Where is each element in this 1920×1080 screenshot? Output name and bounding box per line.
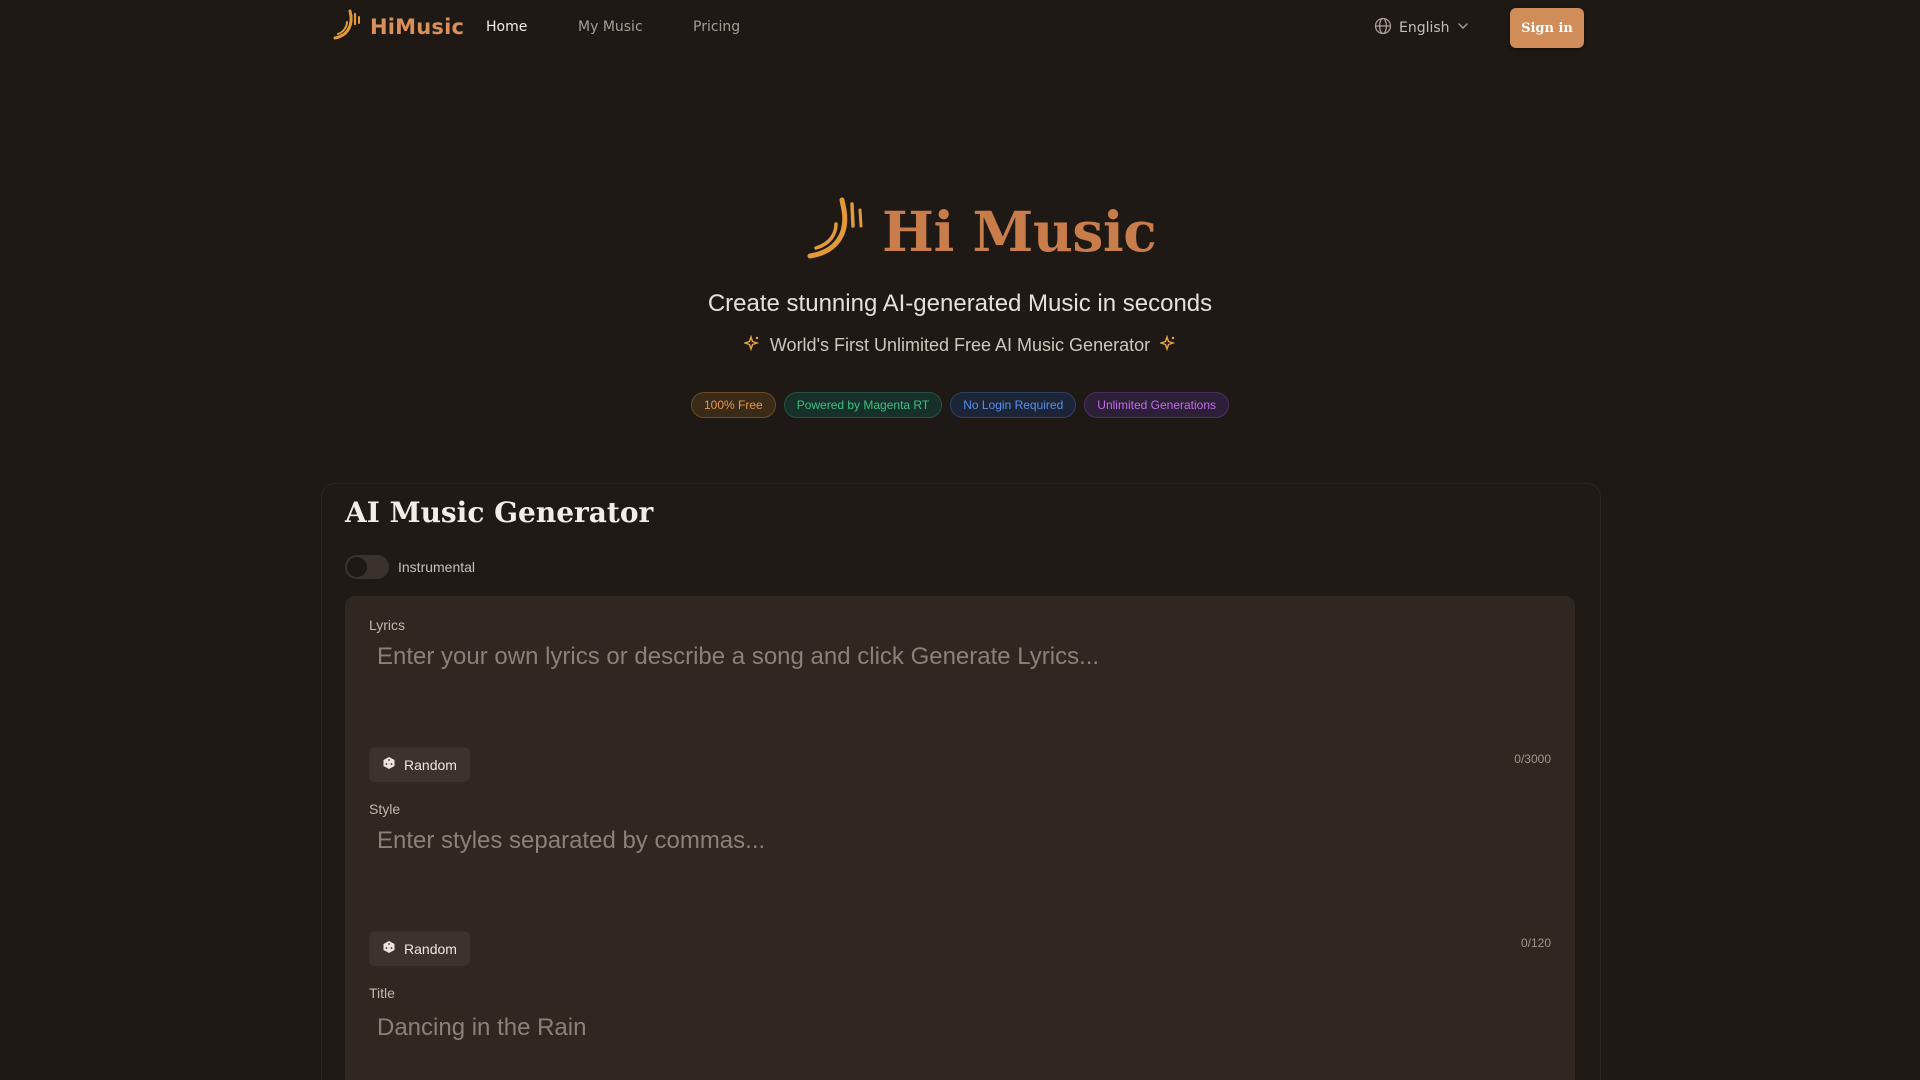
- sign-in-button[interactable]: Sign in: [1510, 8, 1584, 48]
- hero-subtitle: Create stunning AI-generated Music in se…: [707, 290, 1213, 317]
- nav-link-home[interactable]: Home: [486, 19, 527, 35]
- hero-tagline: World's First Unlimited Free AI Music Ge…: [0, 334, 1920, 356]
- globe-icon: [1374, 17, 1392, 39]
- brand-name: HiMusic: [370, 15, 465, 39]
- lyrics-input[interactable]: [369, 643, 1551, 733]
- himusic-logo-icon: [806, 196, 868, 267]
- badge-no-login: No Login Required: [950, 392, 1077, 418]
- nav-link-pricing[interactable]: Pricing: [693, 19, 740, 35]
- lyrics-label: Lyrics: [369, 617, 406, 633]
- instrumental-toggle[interactable]: [345, 555, 389, 579]
- sparkle-icon: [1158, 334, 1176, 356]
- himusic-logo-icon: [332, 8, 362, 47]
- style-char-counter: 0/120: [1520, 936, 1551, 950]
- language-label: English: [1399, 20, 1450, 36]
- style-input[interactable]: [369, 827, 1551, 917]
- generator-title: AI Music Generator: [345, 496, 654, 529]
- title-label: Title: [369, 985, 395, 1001]
- sparkle-icon: [742, 334, 760, 356]
- badge-unlimited: Unlimited Generations: [1084, 392, 1230, 418]
- lyrics-random-label: Random: [404, 756, 457, 773]
- style-random-button[interactable]: Random: [369, 931, 470, 966]
- tagline-text: World's First Unlimited Free AI Music Ge…: [769, 335, 1151, 355]
- brand-logo[interactable]: HiMusic: [332, 8, 464, 46]
- style-label: Style: [369, 801, 401, 817]
- feature-badges: 100% Free Powered by Magenta RT No Login…: [0, 392, 1920, 418]
- hero-title: Hi Music: [806, 196, 1157, 267]
- dice-icon: [382, 940, 396, 957]
- instrumental-row: Instrumental: [345, 555, 475, 579]
- style-random-label: Random: [404, 940, 457, 957]
- instrumental-label: Instrumental: [398, 559, 476, 575]
- hero-heading: Hi Music: [882, 199, 1157, 264]
- language-selector[interactable]: English: [1374, 17, 1469, 39]
- top-nav: HiMusic Home My Music Pricing English Si…: [0, 0, 1920, 56]
- lyrics-char-counter: 0/3000: [1514, 752, 1551, 766]
- nav-link-my-music[interactable]: My Music: [578, 19, 643, 35]
- lyrics-random-button[interactable]: Random: [369, 747, 470, 782]
- dice-icon: [382, 756, 396, 773]
- title-input[interactable]: [369, 1010, 1551, 1046]
- chevron-down-icon: [1457, 20, 1469, 36]
- badge-free: 100% Free: [690, 392, 776, 418]
- badge-magenta: Powered by Magenta RT: [783, 392, 943, 418]
